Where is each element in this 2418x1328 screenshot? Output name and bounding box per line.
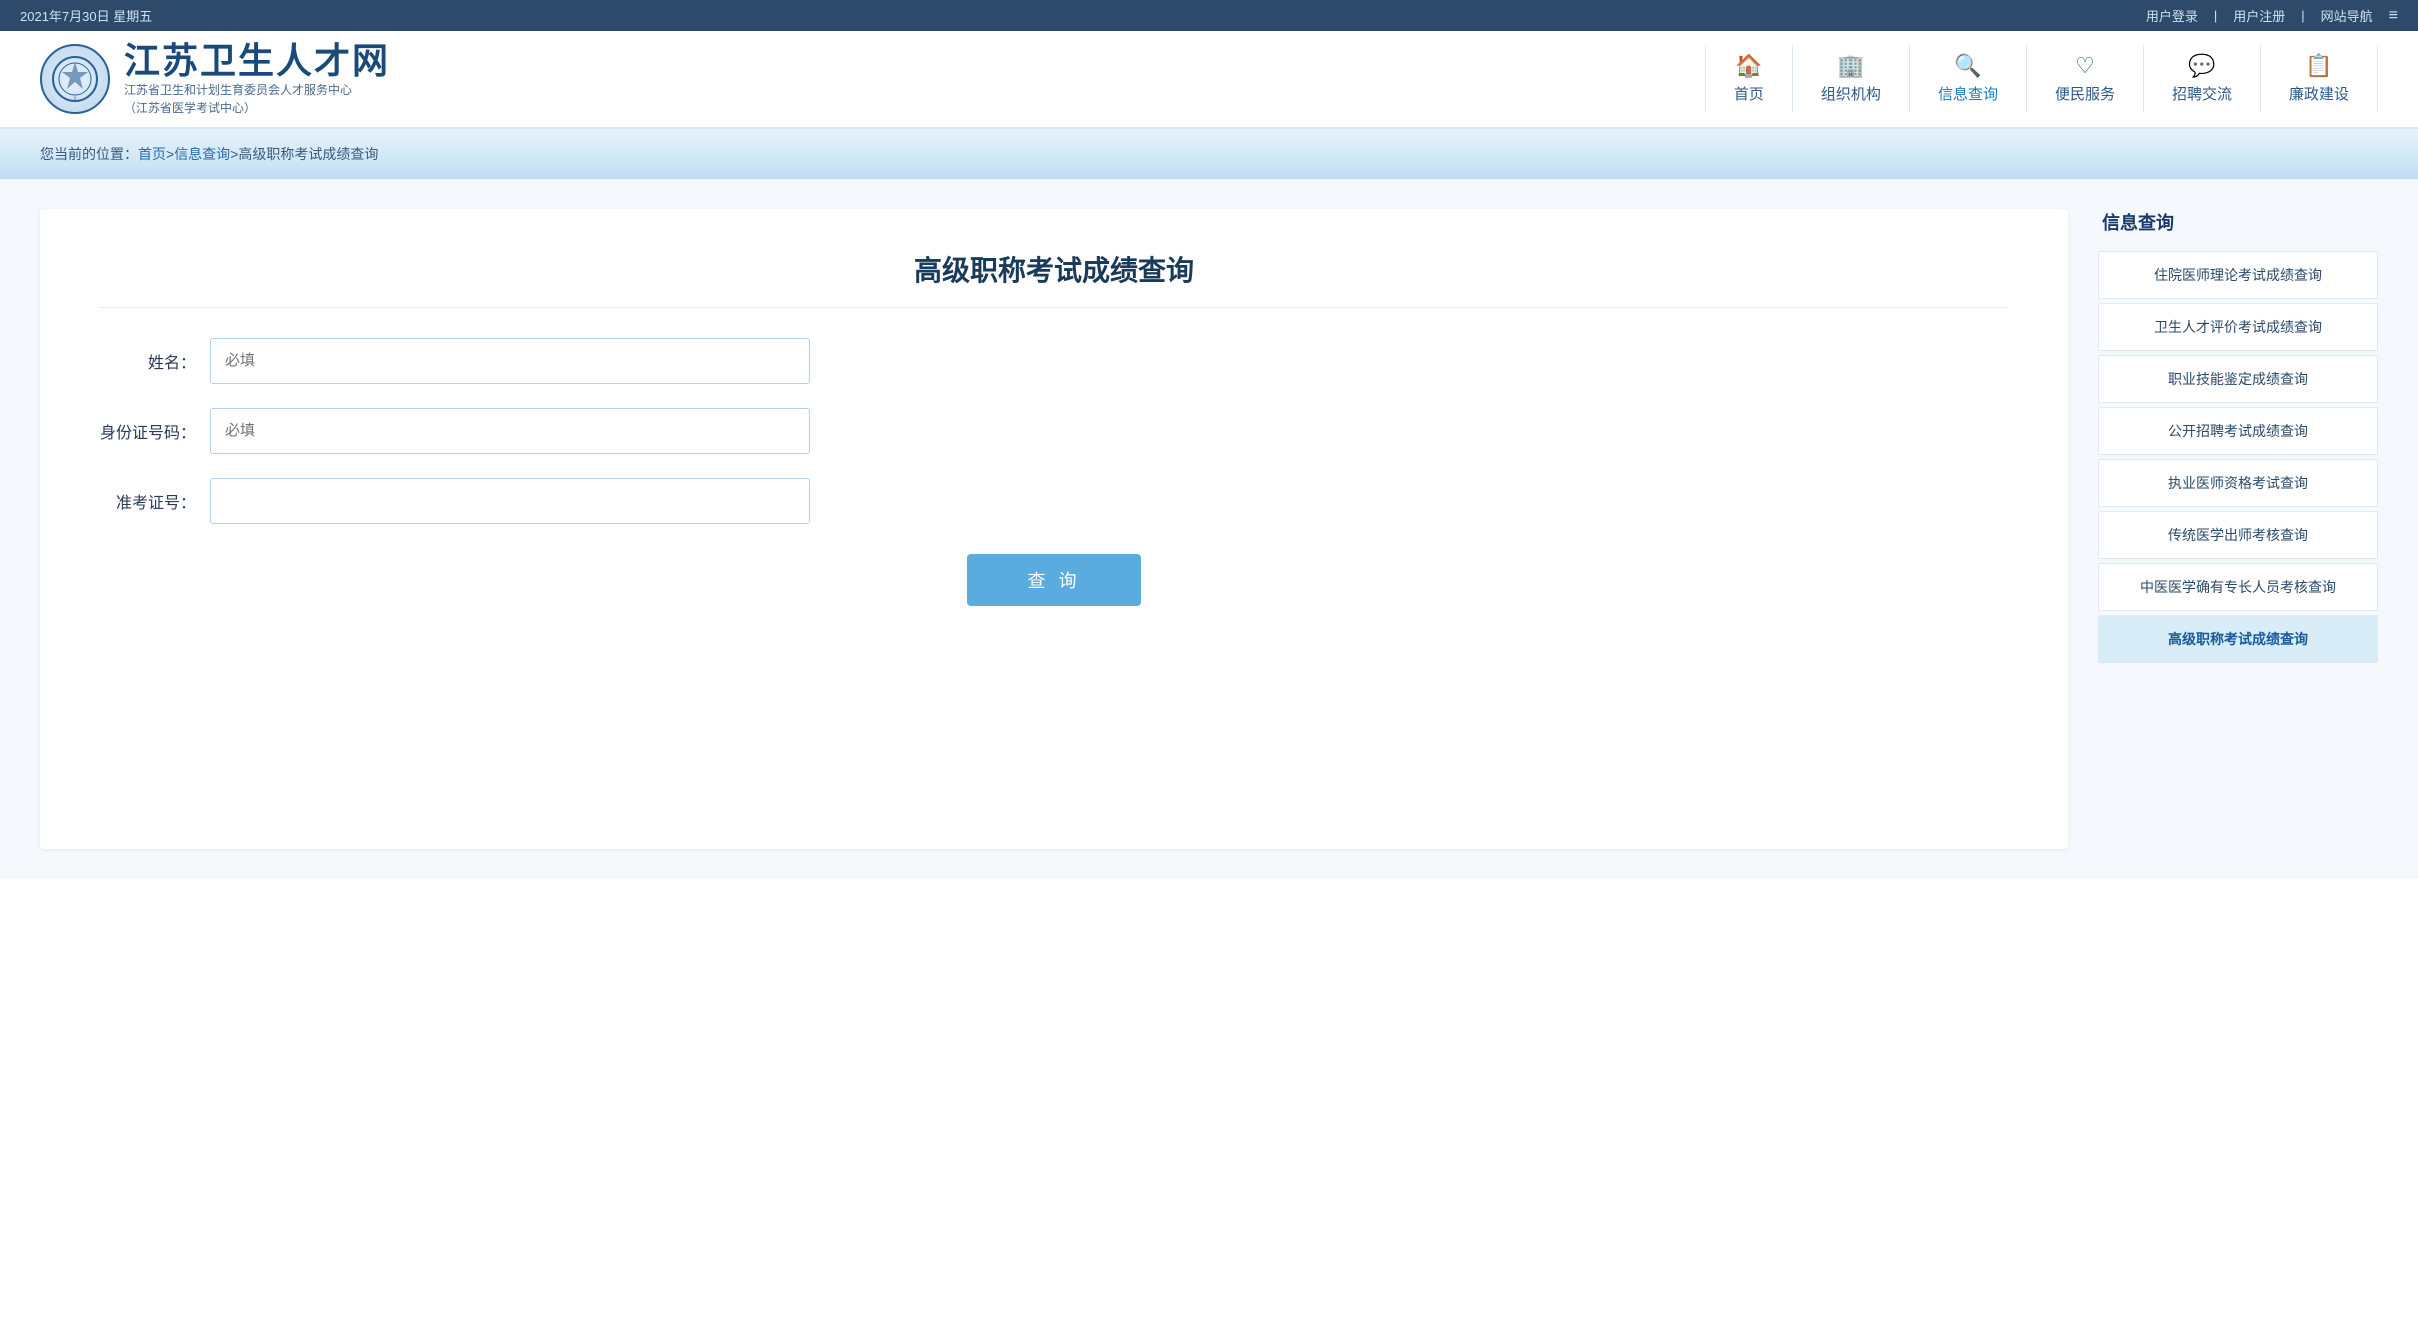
service-icon: ♡ <box>2075 53 2095 79</box>
id-number-input[interactable] <box>210 408 810 454</box>
nav-service[interactable]: ♡ 便民服务 <box>2026 45 2143 112</box>
breadcrumb-prefix: 您当前的位置： <box>40 144 138 164</box>
org-icon: 🏢 <box>1837 53 1864 79</box>
nav-home-label: 首页 <box>1734 83 1764 104</box>
nav-home[interactable]: 🏠 首页 <box>1705 45 1792 112</box>
divider1: | <box>2214 8 2217 23</box>
name-label: 姓名： <box>100 349 210 373</box>
nav-info-label: 信息查询 <box>1938 83 1998 104</box>
exam-number-input[interactable] <box>210 478 810 524</box>
site-subtitle: 江苏省卫生和计划生育委员会人才服务中心 （江苏省医学考试中心） <box>124 81 390 117</box>
main-nav: 🏠 首页 🏢 组织机构 🔍 信息查询 ♡ 便民服务 💬 招聘交流 📋 廉政建设 <box>390 45 2378 112</box>
integrity-icon: 📋 <box>2305 53 2332 79</box>
recruit-icon: 💬 <box>2188 53 2215 79</box>
exam-number-label: 准考证号： <box>100 489 210 513</box>
exam-number-row: 准考证号： <box>100 478 2008 524</box>
nav-service-label: 便民服务 <box>2055 83 2115 104</box>
logo-area: ⚕ 江苏卫生人才网 江苏省卫生和计划生育委员会人才服务中心 （江苏省医学考试中心… <box>40 41 390 117</box>
sidebar-title: 信息查询 <box>2098 209 2378 235</box>
menu-icon[interactable]: ≡ <box>2389 7 2398 25</box>
sidebar: 信息查询 住院医师理论考试成绩查询 卫生人才评价考试成绩查询 职业技能鉴定成绩查… <box>2098 209 2378 849</box>
home-icon: 🏠 <box>1735 53 1762 79</box>
id-number-label: 身份证号码： <box>100 419 210 443</box>
nav-info[interactable]: 🔍 信息查询 <box>1909 45 2026 112</box>
submit-row: 查 询 <box>100 554 2008 606</box>
register-link[interactable]: 用户注册 <box>2233 6 2285 25</box>
logo-icon: ⚕ <box>40 44 110 114</box>
id-number-row: 身份证号码： <box>100 408 2008 454</box>
info-icon: 🔍 <box>1954 53 1981 79</box>
site-nav-link[interactable]: 网站导航 <box>2321 6 2373 25</box>
date-display: 2021年7月30日 星期五 <box>20 6 152 25</box>
name-input[interactable] <box>210 338 810 384</box>
logo-text: 江苏卫生人才网 江苏省卫生和计划生育委员会人才服务中心 （江苏省医学考试中心） <box>124 41 390 117</box>
nav-integrity-label: 廉政建设 <box>2289 83 2349 104</box>
breadcrumb: 您当前的位置： 首页 > 信息查询 > 高级职称考试成绩查询 <box>0 129 2418 179</box>
sidebar-item-open-recruit[interactable]: 公开招聘考试成绩查询 <box>2098 407 2378 455</box>
nav-integrity[interactable]: 📋 廉政建设 <box>2260 45 2378 112</box>
nav-recruit[interactable]: 💬 招聘交流 <box>2143 45 2260 112</box>
top-bar-right: 用户登录 | 用户注册 | 网站导航 ≡ <box>2146 6 2398 25</box>
sidebar-item-skill-appraisal[interactable]: 职业技能鉴定成绩查询 <box>2098 355 2378 403</box>
sidebar-item-tcm-expert[interactable]: 中医医学确有专长人员考核查询 <box>2098 563 2378 611</box>
sidebar-item-senior-title[interactable]: 高级职称考试成绩查询 <box>2098 615 2378 663</box>
sidebar-item-resident-doctor[interactable]: 住院医师理论考试成绩查询 <box>2098 251 2378 299</box>
breadcrumb-home[interactable]: 首页 <box>138 144 166 164</box>
nav-org-label: 组织机构 <box>1821 83 1881 104</box>
top-bar: 2021年7月30日 星期五 用户登录 | 用户注册 | 网站导航 ≡ <box>0 0 2418 31</box>
breadcrumb-current: 高级职称考试成绩查询 <box>238 144 378 164</box>
sidebar-item-traditional-med[interactable]: 传统医学出师考核查询 <box>2098 511 2378 559</box>
query-button[interactable]: 查 询 <box>967 554 1140 606</box>
header: ⚕ 江苏卫生人才网 江苏省卫生和计划生育委员会人才服务中心 （江苏省医学考试中心… <box>0 31 2418 129</box>
login-link[interactable]: 用户登录 <box>2146 6 2198 25</box>
nav-recruit-label: 招聘交流 <box>2172 83 2232 104</box>
breadcrumb-info[interactable]: 信息查询 <box>174 144 230 164</box>
sidebar-item-licensed-doctor[interactable]: 执业医师资格考试查询 <box>2098 459 2378 507</box>
form-section: 高级职称考试成绩查询 姓名： 身份证号码： 准考证号： 查 询 <box>40 209 2068 849</box>
form-title: 高级职称考试成绩查询 <box>100 249 2008 308</box>
divider2: | <box>2301 8 2304 23</box>
nav-org[interactable]: 🏢 组织机构 <box>1792 45 1909 112</box>
svg-text:⚕: ⚕ <box>73 95 76 102</box>
name-row: 姓名： <box>100 338 2008 384</box>
site-title: 江苏卫生人才网 <box>124 41 390 81</box>
main-area: 高级职称考试成绩查询 姓名： 身份证号码： 准考证号： 查 询 信息查询 住院医… <box>0 179 2418 879</box>
sidebar-item-health-talent[interactable]: 卫生人才评价考试成绩查询 <box>2098 303 2378 351</box>
